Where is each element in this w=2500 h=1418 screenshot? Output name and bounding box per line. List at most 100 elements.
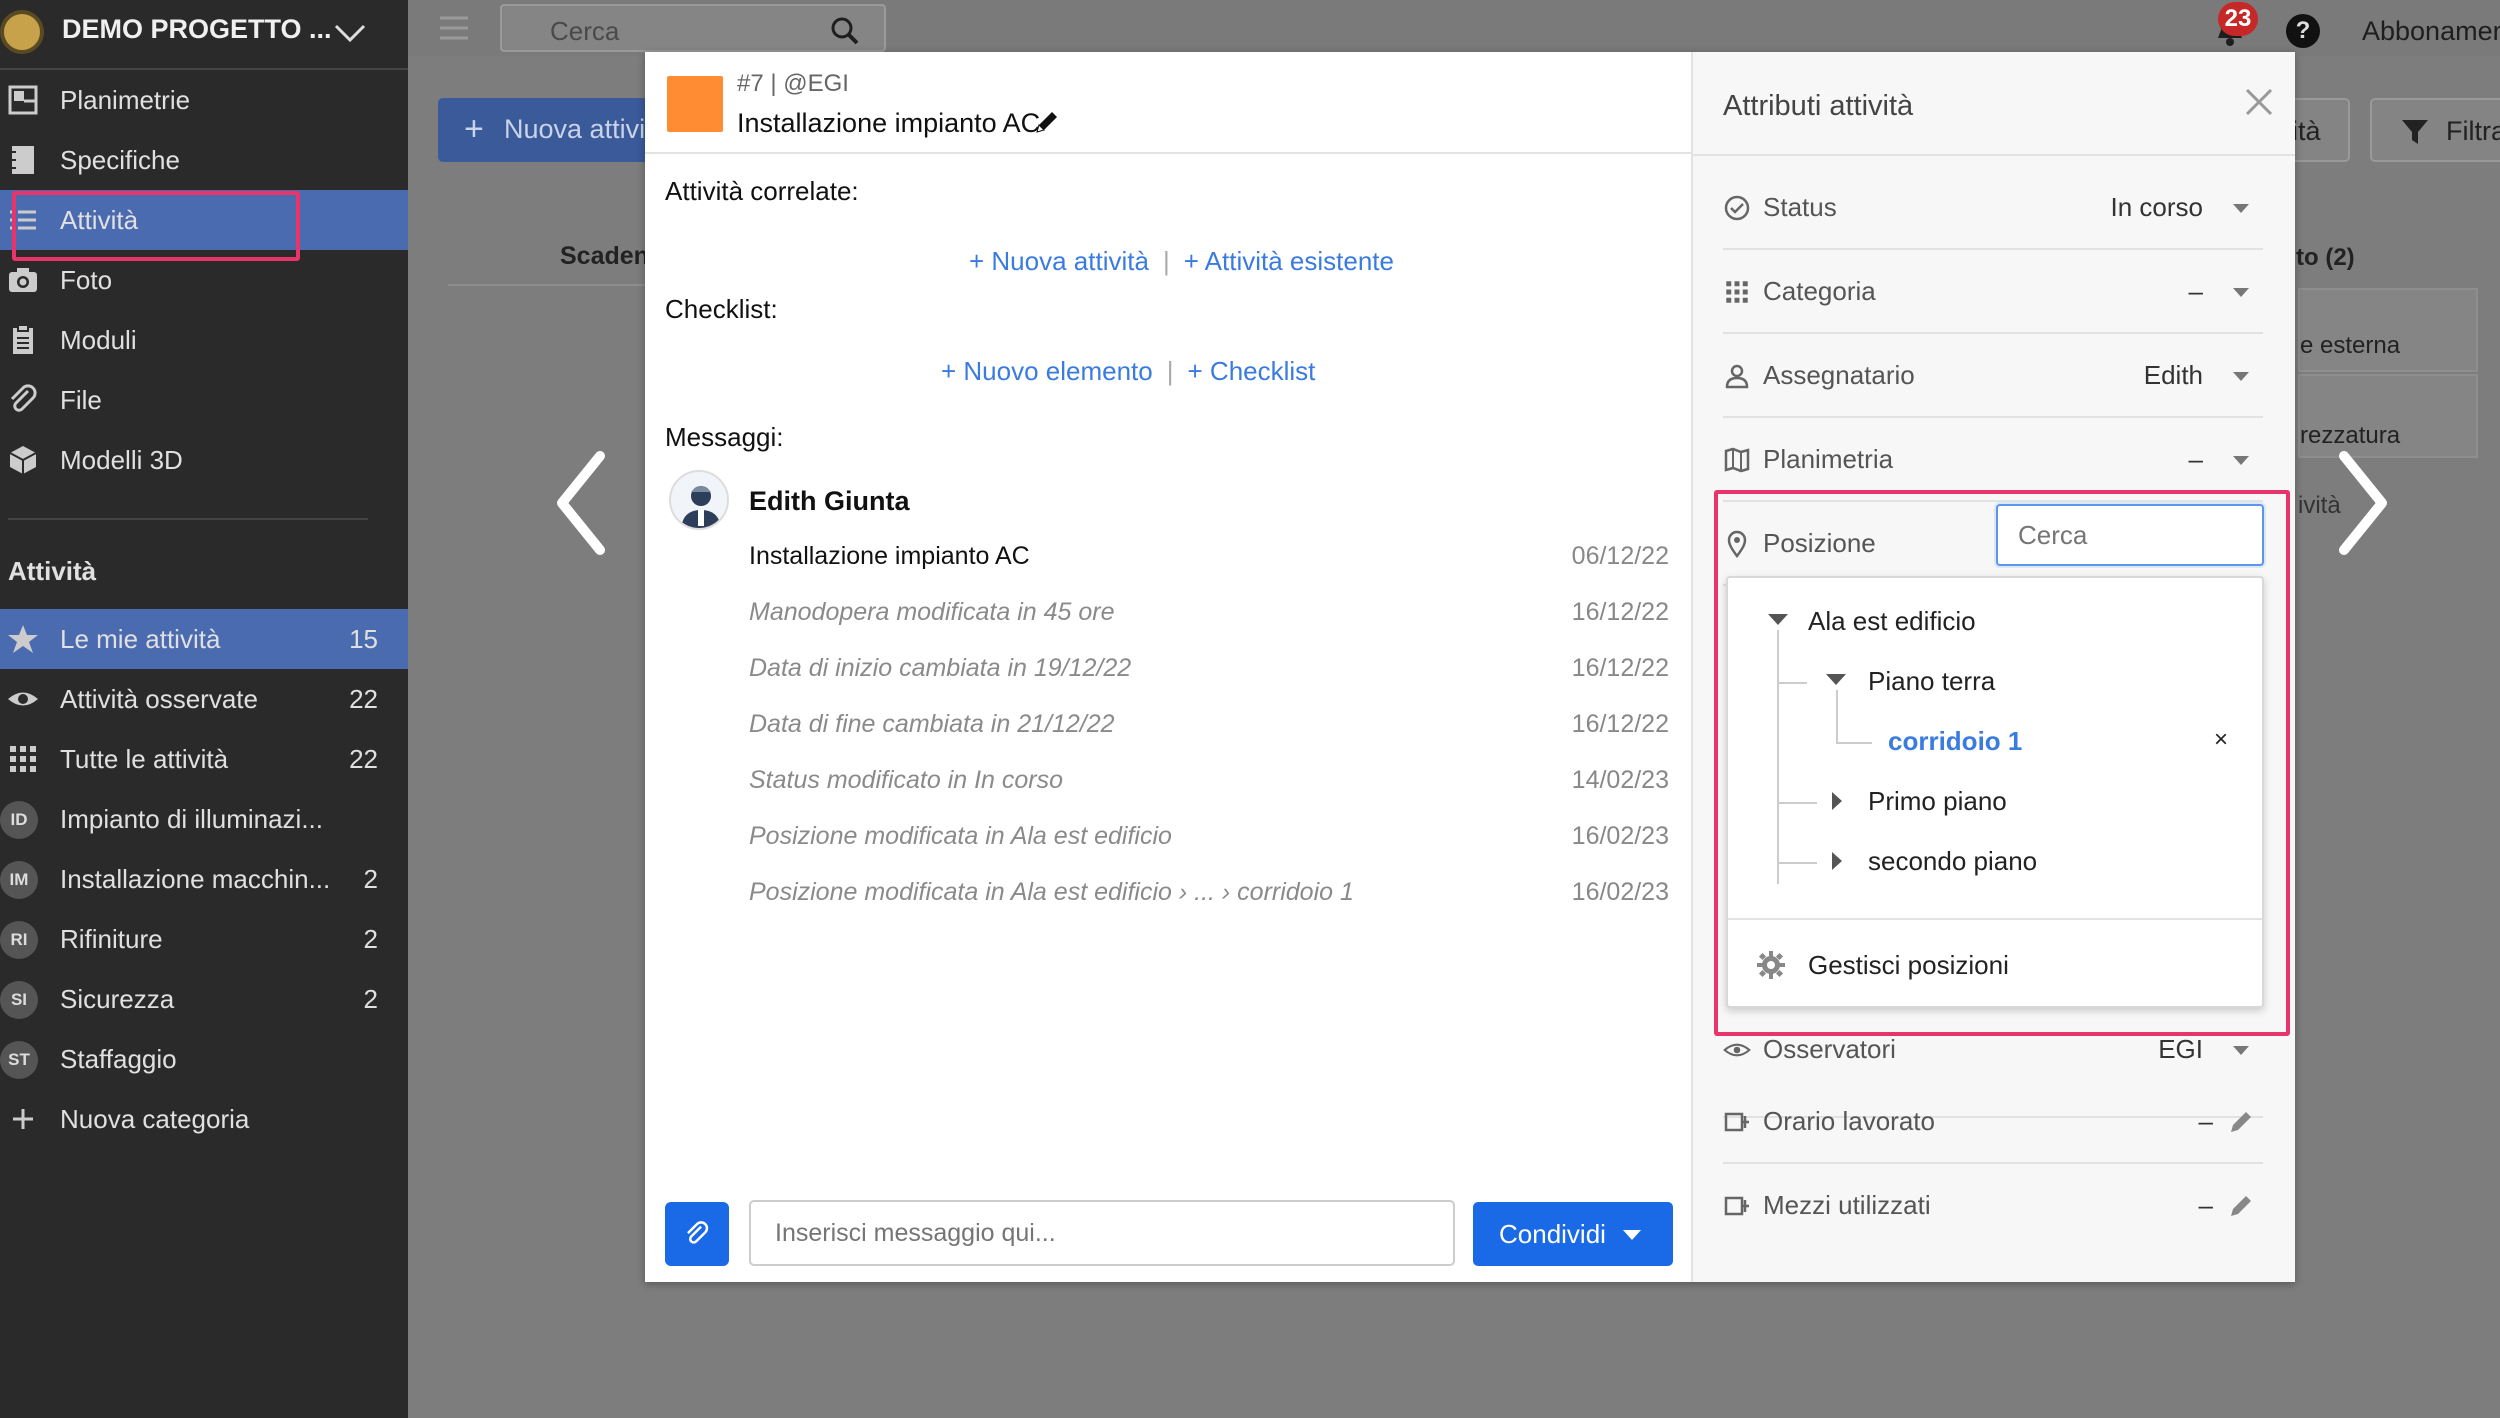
sidebar-item-label: Installazione macchin... — [60, 864, 331, 894]
link-separator: | — [1166, 356, 1174, 386]
sidebar-item-label: Staffaggio — [60, 1044, 177, 1074]
check-circle-icon — [1724, 195, 1750, 221]
sidebar-item-count: 2 — [363, 924, 378, 954]
checklist-link[interactable]: + Checklist — [1188, 356, 1316, 386]
share-label: Condividi — [1499, 1219, 1606, 1249]
plus-icon — [13, 1109, 33, 1129]
camera-icon — [9, 268, 37, 292]
sidebar-item-label: Nuova categoria — [60, 1104, 250, 1134]
background-card[interactable]: rezzatura — [2298, 374, 2478, 458]
sidebar-item-le-mie-attivita[interactable]: Le mie attività 15 — [0, 609, 408, 669]
sidebar-item-count: 2 — [363, 864, 378, 894]
project-header[interactable]: DEMO PROGETTO ... — [0, 0, 408, 70]
sidebar-item-category[interactable]: ID Impianto di illuminazi... — [0, 789, 408, 849]
clock-icon — [1724, 1112, 1749, 1132]
new-activity-button[interactable]: + Nuova attivi — [438, 98, 658, 162]
message-date: 06/12/22 — [1571, 542, 1669, 570]
attribute-value: EGI — [2158, 1034, 2203, 1064]
category-badge: SI — [0, 981, 38, 1019]
caret-down-icon — [2233, 204, 2249, 213]
category-color-swatch[interactable] — [667, 76, 723, 132]
category-badge: RI — [0, 921, 38, 959]
share-button[interactable]: Condividi — [1473, 1202, 1673, 1266]
chevron-down-icon[interactable] — [332, 22, 368, 46]
background-button-label: ità — [2292, 116, 2321, 146]
message-text: Data di inizio cambiata in 19/12/22 — [749, 654, 1132, 682]
hamburger-icon[interactable] — [438, 14, 470, 42]
attribute-status[interactable]: Status In corso — [1723, 166, 2263, 250]
attach-button[interactable] — [665, 1202, 729, 1266]
attribute-assegnatario[interactable]: Assegnatario Edith — [1723, 334, 2263, 418]
sidebar-section-title: Attività — [8, 556, 97, 586]
close-icon[interactable] — [2243, 86, 2275, 118]
edit-pencil-icon[interactable] — [1033, 108, 1061, 136]
sidebar-item-category[interactable]: SI Sicurezza 2 — [0, 969, 408, 1029]
caret-down-icon — [2233, 372, 2249, 381]
existing-activity-link[interactable]: + Attività esistente — [1184, 246, 1394, 276]
highlight-box — [1714, 490, 2290, 1036]
grid-icon — [1726, 281, 1748, 303]
eye-icon — [8, 692, 38, 706]
sidebar-item-nuova-categoria[interactable]: Nuova categoria — [0, 1089, 408, 1149]
column-header: Scaden — [560, 242, 649, 270]
attributes-title: Attributi attività — [1723, 90, 1914, 122]
filter-button[interactable]: Filtra — [2370, 98, 2500, 162]
message-input[interactable] — [749, 1200, 1455, 1266]
divider — [448, 284, 648, 286]
global-search-input[interactable]: Cerca — [500, 4, 886, 52]
attribute-value: – — [2188, 444, 2203, 474]
attribute-label: Planimetria — [1763, 444, 1894, 474]
user-icon — [1725, 364, 1749, 389]
sidebar-item-file[interactable]: File — [0, 370, 408, 430]
plus-icon: + — [464, 110, 484, 148]
sidebar-item-specifiche[interactable]: Specifiche — [0, 130, 408, 190]
sidebar-item-label: Tutte le attività — [60, 744, 229, 774]
search-icon — [831, 17, 859, 45]
link-separator: | — [1162, 246, 1170, 276]
sidebar-item-attivita-osservate[interactable]: Attività osservate 22 — [0, 669, 408, 729]
new-element-link[interactable]: + Nuovo elemento — [941, 356, 1153, 386]
sidebar-item-planimetrie[interactable]: Planimetrie — [0, 70, 408, 130]
sidebar-item-tutte-le-attivita[interactable]: Tutte le attività 22 — [0, 729, 408, 789]
notebook-icon — [10, 146, 34, 174]
sidebar-item-label: Moduli — [60, 325, 137, 355]
attribute-value: – — [2198, 1190, 2213, 1220]
previous-arrow-icon[interactable] — [548, 448, 618, 558]
sidebar-item-category[interactable]: RI Rifiniture 2 — [0, 909, 408, 969]
message-author: Edith Giunta — [749, 486, 910, 516]
attribute-label: Orario lavorato — [1763, 1106, 1935, 1136]
sidebar-item-label: Rifiniture — [60, 924, 163, 954]
message-text: Posizione modificata in Ala est edificio — [749, 822, 1172, 850]
notification-count-badge[interactable]: 23 — [2218, 2, 2258, 36]
sidebar-item-label: File — [60, 385, 102, 415]
sidebar-divider — [8, 518, 368, 520]
next-arrow-icon[interactable] — [2326, 448, 2396, 558]
attribute-value: – — [2198, 1106, 2213, 1136]
sidebar-item-category[interactable]: IM Installazione macchin... 2 — [0, 849, 408, 909]
edit-pencil-icon[interactable] — [2227, 1108, 2255, 1136]
attribute-orario-lavorato[interactable]: Orario lavorato – — [1723, 1080, 2263, 1164]
attribute-categoria[interactable]: Categoria – — [1723, 250, 2263, 334]
sidebar-item-label: Impianto di illuminazi... — [60, 804, 323, 834]
background-card[interactable]: e esterna — [2298, 288, 2478, 372]
map-icon — [1724, 447, 1750, 473]
sidebar-item-label: Attività osservate — [60, 684, 258, 714]
sidebar-item-count: 22 — [349, 684, 378, 714]
sidebar-item-moduli[interactable]: Moduli — [0, 310, 408, 370]
subscription-link[interactable]: Abbonamen — [2362, 16, 2500, 47]
cube-icon — [9, 446, 37, 474]
activity-header: #7 | @EGI Installazione impianto AC — [645, 52, 1693, 154]
help-icon[interactable]: ? — [2286, 14, 2320, 48]
sidebar-item-label: Le mie attività — [60, 624, 221, 654]
activity-detail-panel: #7 | @EGI Installazione impianto AC Atti… — [645, 52, 1693, 1282]
checklist-title: Checklist: — [665, 294, 778, 324]
edit-pencil-icon[interactable] — [2227, 1192, 2255, 1220]
column-header: to (2) — [2296, 244, 2355, 271]
sidebar-item-category[interactable]: ST Staffaggio — [0, 1029, 408, 1089]
attribute-label: Mezzi utilizzati — [1763, 1190, 1931, 1220]
message-text: Manodopera modificata in 45 ore — [749, 598, 1115, 626]
new-activity-link[interactable]: + Nuova attività — [969, 246, 1149, 276]
checklist-links: + Nuovo elemento | + Checklist — [941, 356, 1315, 387]
sidebar-item-modelli-3d[interactable]: Modelli 3D — [0, 430, 408, 490]
attribute-mezzi-utilizzati[interactable]: Mezzi utilizzati – — [1723, 1164, 2263, 1248]
